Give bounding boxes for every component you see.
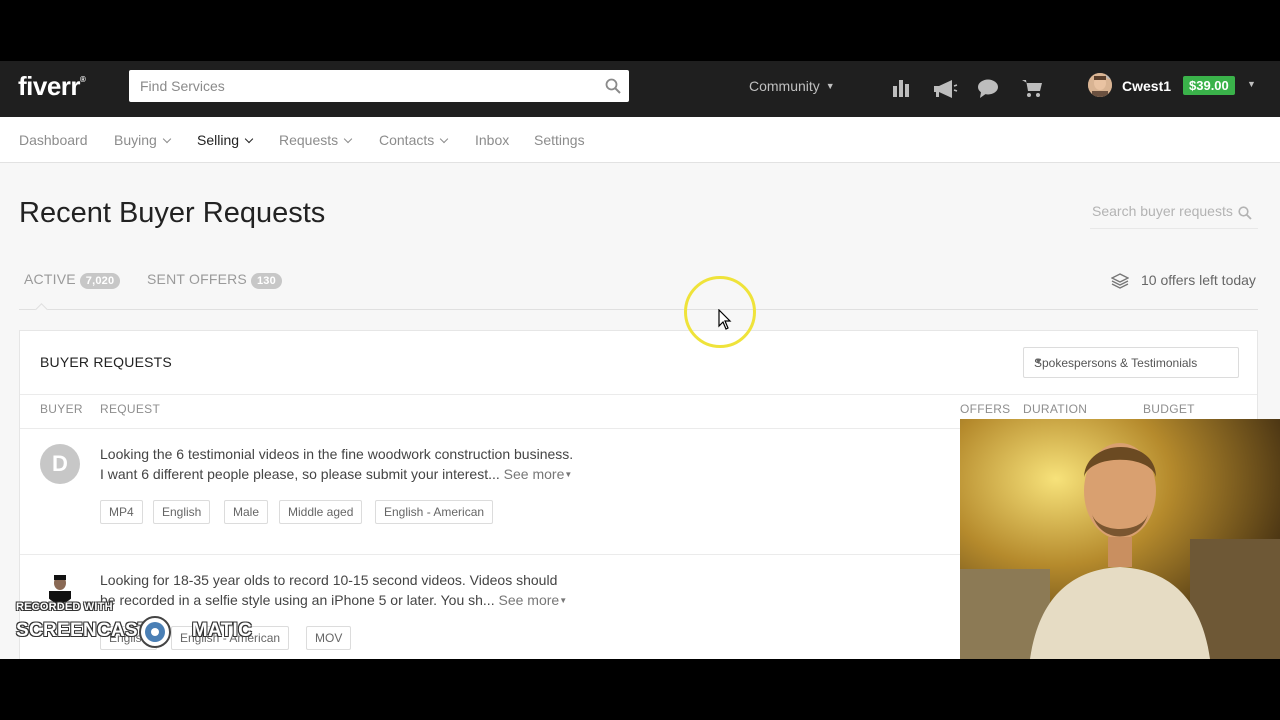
megaphone-icon[interactable] <box>932 77 958 99</box>
nav-selling[interactable]: Selling <box>197 132 254 148</box>
watermark-brand: SCREENCAST MATIC <box>16 620 253 641</box>
search-icon[interactable] <box>605 78 621 94</box>
column-header-offers[interactable]: OFFERS <box>960 402 1010 416</box>
column-header-budget[interactable]: BUDGET <box>1143 402 1195 416</box>
request-description: Looking for 18-35 year olds to record 10… <box>100 572 568 608</box>
request-description: Looking the 6 testimonial videos in the … <box>100 446 574 482</box>
page-title: Recent Buyer Requests <box>19 197 326 229</box>
column-header-request: REQUEST <box>100 402 161 416</box>
tag: Male <box>224 500 269 524</box>
layers-icon <box>1111 273 1129 289</box>
nav-contacts[interactable]: Contacts <box>379 132 449 148</box>
offers-left-today: 10 offers left today <box>1141 272 1256 288</box>
username[interactable]: Cwest1 <box>1122 78 1171 94</box>
tag: English - American <box>375 500 494 524</box>
tab-active[interactable]: ACTIVE 7,020 <box>24 271 121 289</box>
search-icon[interactable] <box>1238 206 1252 220</box>
webcam-overlay <box>960 419 1280 659</box>
nav-inbox[interactable]: Inbox <box>475 132 509 148</box>
tag: MP4 <box>100 500 143 524</box>
chevron-down-icon <box>162 134 172 144</box>
dashboard-subnav: Dashboard Buying Selling Requests Contac… <box>0 117 1280 163</box>
caret-down-icon[interactable]: ▼ <box>1247 79 1256 89</box>
screencast-o-matic-logo-icon <box>139 616 171 648</box>
buyer-requests-search <box>1090 203 1258 229</box>
chevron-down-icon <box>440 134 449 144</box>
divider <box>20 394 1257 395</box>
active-tab-pointer <box>35 303 48 316</box>
top-header: fiverr® Community▼ <box>0 61 1280 117</box>
count-badge: 130 <box>250 273 282 289</box>
user-avatar[interactable] <box>1088 73 1112 97</box>
caret-down-icon: ▼ <box>559 596 568 605</box>
tabs-divider <box>19 309 1258 310</box>
nav-settings[interactable]: Settings <box>534 132 585 148</box>
category-select[interactable]: Spokespersons & Testimonials ▼ <box>1023 347 1239 378</box>
mouse-pointer-icon <box>718 309 732 330</box>
buyer-avatar[interactable]: D <box>40 444 80 484</box>
balance-badge[interactable]: $39.00 <box>1183 76 1235 95</box>
webcam-video <box>960 419 1280 659</box>
status-dot <box>1106 73 1112 79</box>
community-menu[interactable]: Community ▼ <box>749 78 835 94</box>
tag: Middle aged <box>279 500 363 524</box>
column-header-buyer: BUYER <box>40 402 83 416</box>
caret-down-icon: ▼ <box>564 470 573 479</box>
buyer-avatar[interactable] <box>44 571 76 603</box>
tab-sent-offers[interactable]: SENT OFFERS 130 <box>147 271 282 289</box>
caret-down-icon: ▼ <box>825 81 835 91</box>
buyer-photo <box>44 571 76 603</box>
search-buyer-requests-input[interactable] <box>1090 203 1240 219</box>
bar-chart-icon[interactable] <box>890 77 912 99</box>
search-input[interactable] <box>129 70 589 102</box>
tag: English <box>153 500 211 524</box>
chevron-down-icon <box>244 134 254 144</box>
fiverr-logo[interactable]: fiverr® <box>18 71 86 102</box>
see-more-link[interactable]: See more▼ <box>498 592 567 608</box>
tag: MOV <box>306 626 352 650</box>
video-letterbox-top <box>0 0 1280 61</box>
cart-icon[interactable] <box>1021 77 1043 99</box>
count-badge: 7,020 <box>79 273 121 289</box>
caret-down-icon: ▼ <box>1034 356 1043 366</box>
find-services-search <box>129 70 629 102</box>
see-more-link[interactable]: See more▼ <box>504 466 573 482</box>
video-letterbox-bottom <box>0 659 1280 720</box>
chevron-down-icon <box>343 134 353 144</box>
nav-buying[interactable]: Buying <box>114 132 172 148</box>
nav-requests[interactable]: Requests <box>279 132 353 148</box>
watermark-recorded-with: RECORDED WITH <box>16 601 113 613</box>
nav-dashboard[interactable]: Dashboard <box>19 132 88 148</box>
column-header-duration[interactable]: DURATION <box>1023 402 1087 416</box>
chat-bubble-icon[interactable] <box>977 77 999 99</box>
panel-title: BUYER REQUESTS <box>40 354 172 370</box>
